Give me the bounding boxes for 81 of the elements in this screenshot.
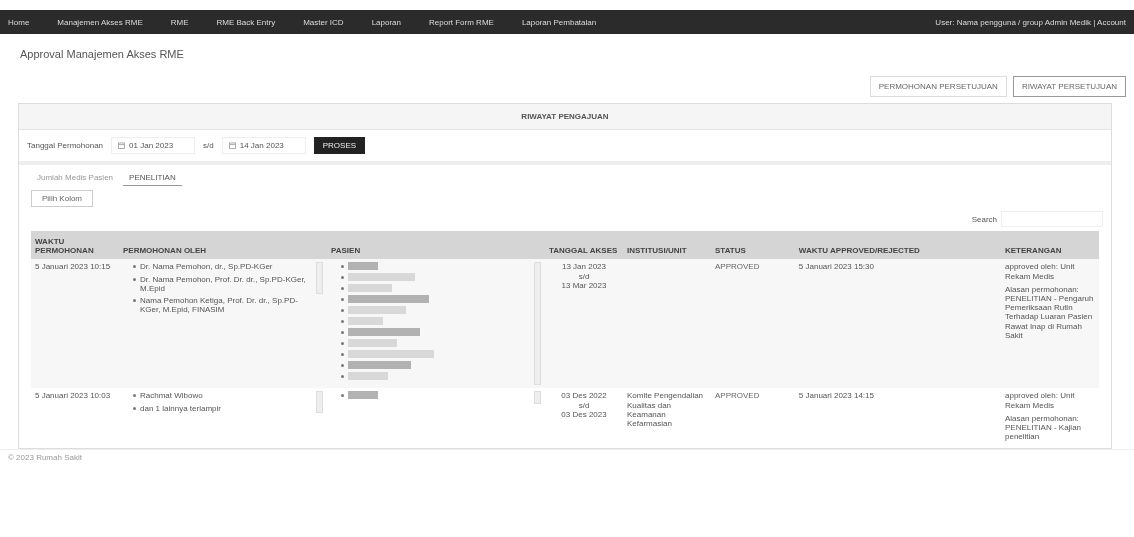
bullet-icon: [341, 276, 344, 280]
bullet-icon: [341, 320, 344, 324]
column-header[interactable]: KETERANGAN: [1001, 231, 1099, 260]
redacted-block: [348, 372, 388, 381]
bullet-icon: [341, 353, 344, 357]
redacted-block: [348, 306, 406, 315]
process-button[interactable]: PROSES: [313, 137, 366, 154]
redacted-block: [348, 284, 392, 293]
note-text: Alasan permohonan: PENELITIAN - Kajian penelitian: [1005, 413, 1083, 442]
nav-link[interactable]: Laporan: [371, 17, 401, 27]
bullet-icon: [133, 298, 136, 302]
nav-link[interactable]: Report Form RME: [429, 17, 494, 27]
scrollbar[interactable]: [316, 391, 323, 414]
requester-name: dan 1 lainnya terlampir: [140, 403, 221, 413]
nav-link[interactable]: Laporan Pembatalan: [521, 17, 597, 27]
date-field[interactable]: 14 Jan 2023: [221, 137, 306, 154]
redacted-block: [348, 317, 383, 326]
tab-button[interactable]: PERMOHONAN PERSETUJUAN: [869, 76, 1007, 97]
column-button[interactable]: Pilih Kolom: [31, 190, 93, 207]
bullet-icon: [341, 298, 344, 302]
column-header[interactable]: STATUS: [711, 231, 795, 260]
bullet-icon: [133, 394, 136, 398]
note-text: approved oleh: Unit Rekam Medis: [1005, 391, 1076, 410]
nav-link[interactable]: Manajemen Akses RME: [57, 17, 143, 27]
bullet-icon: [341, 309, 344, 313]
redacted-block: [348, 339, 397, 348]
calendar-icon: [228, 142, 236, 149]
nav-link[interactable]: Home: [8, 17, 30, 27]
bullet-icon: [341, 394, 344, 398]
requester-name: Rachmat Wibowo: [140, 391, 203, 401]
bullet-icon: [341, 287, 344, 291]
requester-name: Dr. Nama Pemohon, Prof. Dr. dr., Sp.PD-KGer, M.Epid: [140, 274, 307, 293]
note-text: Alasan permohonan: PENELITIAN - Pengaruh Pemeriksaan Rutin Terhadap Luaran Pasien Rawat Inap di Rumah Sakit: [1005, 284, 1095, 340]
user-info: User: Nama pengguna / group Admin Medik | Account: [935, 17, 1126, 27]
requester-name: Dr. Nama Pemohon, dr., Sp.PD-KGer: [140, 262, 273, 272]
status-cell: APPROVED: [711, 259, 795, 389]
column-header[interactable]: WAKTU APPROVED/REJECTED: [794, 231, 1001, 260]
table-cell: 5 Januari 2023 14:15: [794, 388, 1001, 449]
table-cell: 13 Jan 2023 s/d 13 Mar 2023: [545, 259, 623, 389]
scrollbar[interactable]: [534, 262, 541, 386]
redacted-block: [348, 391, 378, 400]
bullet-icon: [341, 375, 344, 379]
search-label: Search: [971, 214, 997, 224]
bullet-icon: [133, 265, 136, 269]
filter-label: Tanggal Permohonan: [27, 141, 104, 150]
bullet-icon: [341, 364, 344, 368]
footer-text: © 2023 Rumah Sakit: [0, 449, 1134, 466]
redacted-block: [348, 361, 411, 370]
scrollbar[interactable]: [316, 262, 323, 295]
bullet-icon: [341, 342, 344, 346]
bullet-icon: [133, 277, 136, 281]
page-title: Approval Manajemen Akses RME: [19, 47, 185, 60]
table-cell: 03 Des 2022 s/d 03 Des 2023: [545, 388, 623, 449]
separator-label: s/d: [203, 141, 214, 150]
bullet-icon: [341, 265, 344, 269]
table-cell: 5 Januari 2023 10:15: [31, 259, 119, 389]
bullet-icon: [133, 406, 136, 410]
calendar-icon: [118, 142, 126, 149]
bullet-icon: [341, 331, 344, 335]
column-header[interactable]: PASIEN: [327, 231, 545, 260]
table-cell: 5 Januari 2023 10:03: [31, 388, 119, 449]
tab[interactable]: PENELITIAN: [123, 170, 182, 186]
date-field[interactable]: 01 Jan 2023: [111, 137, 196, 154]
redacted-block: [348, 273, 415, 282]
table-cell: 5 Januari 2023 15:30: [794, 259, 1001, 389]
redacted-block: [348, 262, 378, 271]
nav-link[interactable]: Master ICD: [303, 17, 344, 27]
tab-button[interactable]: RIWAYAT PERSETUJUAN: [1012, 76, 1126, 97]
panel-title: RIWAYAT PENGAJUAN: [19, 104, 1111, 130]
status-cell: APPROVED: [711, 388, 795, 449]
requester-name: Nama Pemohon Ketiga, Prof. Dr. dr., Sp.PD-KGer, M.Epid, FINASIM: [140, 295, 299, 315]
column-header[interactable]: TANGGAL AKSES: [545, 231, 623, 260]
table-cell: Komite Pengendalian Kualitas dan Keamanan Kefarmasian: [627, 391, 704, 428]
nav-link[interactable]: RME: [170, 17, 189, 27]
redacted-block: [348, 328, 420, 337]
column-header[interactable]: INSTITUSI/UNIT: [623, 231, 711, 260]
column-header[interactable]: PERMOHONAN OLEH: [119, 231, 327, 260]
scrollbar[interactable]: [534, 391, 541, 405]
note-text: approved oleh: Unit Rekam Medis: [1005, 262, 1076, 281]
nav-link[interactable]: RME Back Entry: [216, 17, 276, 27]
column-header[interactable]: WAKTU PERMOHONAN: [31, 231, 119, 260]
